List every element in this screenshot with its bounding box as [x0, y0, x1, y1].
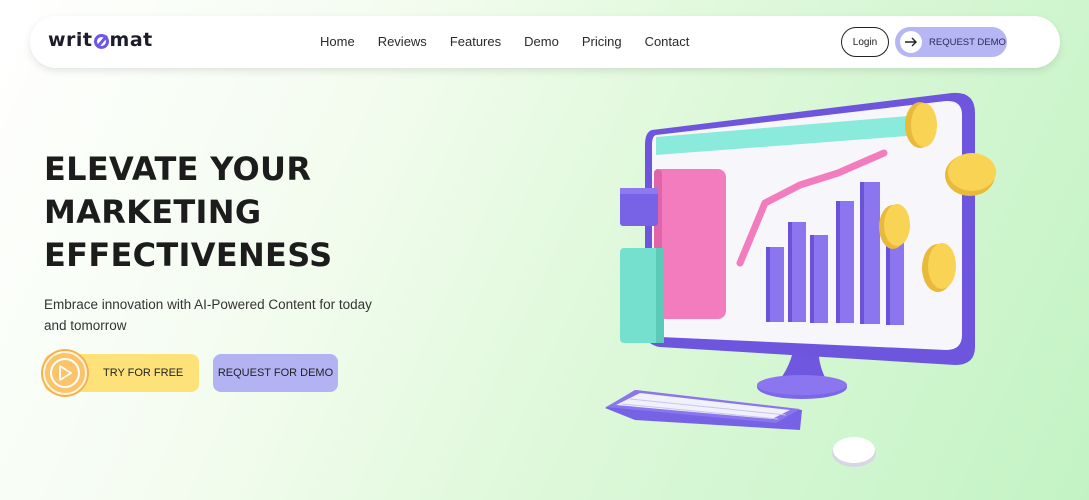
request-demo-button[interactable]: REQUEST DEMO	[895, 27, 1007, 57]
try-for-free-button[interactable]: TRY FOR FREE	[43, 351, 199, 395]
logo-pen-icon	[93, 33, 109, 49]
try-for-free-label: TRY FOR FREE	[103, 367, 184, 379]
hero-title-line-3: EFFECTIVENESS	[44, 236, 333, 274]
nav-links: Home Reviews Features Demo Pricing Conta…	[320, 34, 689, 49]
nav-link-features[interactable]: Features	[450, 34, 501, 49]
arrow-right-icon	[900, 31, 922, 53]
nav-link-home[interactable]: Home	[320, 34, 355, 49]
logo-text-right: mat	[109, 29, 153, 51]
hero-title-line-1: ELEVATE YOUR	[44, 150, 312, 188]
hero-subtitle: Embrace innovation with AI-Powered Conte…	[44, 297, 372, 333]
navbar: writ mat Home Reviews Features Demo Prici…	[30, 16, 1060, 68]
computer-analytics-illustration	[605, 92, 996, 467]
logo-text-left: writ	[48, 29, 93, 51]
login-button[interactable]: Login	[841, 27, 889, 57]
writomat-logo[interactable]: writ mat	[48, 29, 153, 51]
nav-link-demo[interactable]: Demo	[524, 34, 559, 49]
request-demo-label: REQUEST DEMO	[929, 36, 1006, 48]
hero-title: ELEVATE YOUR MARKETING EFFECTIVENESS	[44, 148, 464, 277]
nav-link-reviews[interactable]: Reviews	[378, 34, 427, 49]
play-icon	[43, 351, 87, 395]
mouse	[832, 437, 876, 467]
request-for-demo-button[interactable]: REQUEST FOR DEMO	[213, 354, 338, 392]
hero-title-line-2: MARKETING	[44, 193, 262, 231]
nav-link-contact[interactable]: Contact	[645, 34, 690, 49]
nav-link-pricing[interactable]: Pricing	[582, 34, 622, 49]
